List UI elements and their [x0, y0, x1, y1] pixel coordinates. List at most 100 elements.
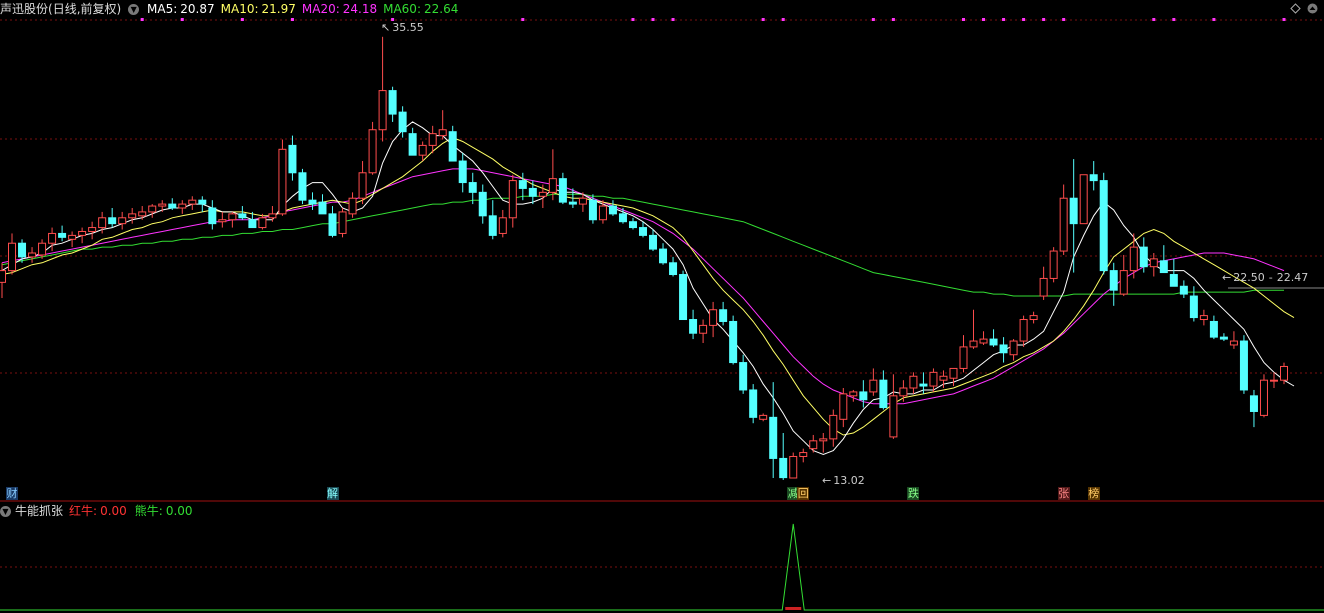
- candle[interactable]: [0, 262, 6, 298]
- candle[interactable]: [769, 382, 778, 478]
- kline-chart[interactable]: [0, 0, 1324, 613]
- candle[interactable]: [548, 149, 557, 201]
- candle[interactable]: [288, 135, 297, 181]
- event-badge[interactable]: 回: [797, 487, 810, 500]
- diamond-icon[interactable]: [1290, 3, 1301, 14]
- indicator-chevron-icon[interactable]: ▼: [0, 506, 11, 517]
- candle[interactable]: [739, 354, 748, 394]
- candle[interactable]: [789, 452, 798, 479]
- candle[interactable]: [298, 168, 307, 205]
- event-badge[interactable]: 榜: [1087, 487, 1100, 500]
- candle[interactable]: [679, 270, 688, 321]
- candle[interactable]: [438, 110, 447, 140]
- candle[interactable]: [859, 380, 868, 408]
- candle[interactable]: [849, 389, 858, 402]
- settings-chevron-icon[interactable]: ▼: [128, 4, 140, 15]
- candle[interactable]: [1169, 258, 1178, 287]
- candle[interactable]: [1280, 362, 1288, 385]
- candle[interactable]: [839, 388, 848, 428]
- candle[interactable]: [178, 200, 187, 214]
- candle[interactable]: [979, 331, 988, 345]
- candle[interactable]: [528, 180, 537, 205]
- candle[interactable]: [1229, 331, 1238, 349]
- candle[interactable]: [1189, 286, 1198, 322]
- candle[interactable]: [669, 256, 678, 277]
- candle[interactable]: [208, 200, 217, 230]
- candle[interactable]: [328, 206, 337, 238]
- candle[interactable]: [969, 309, 978, 349]
- candle[interactable]: [899, 380, 908, 402]
- candle[interactable]: [1219, 333, 1228, 342]
- candle[interactable]: [1139, 237, 1148, 273]
- candle[interactable]: [829, 409, 838, 447]
- candle[interactable]: [1049, 247, 1058, 283]
- candle[interactable]: [819, 433, 828, 453]
- candle[interactable]: [458, 153, 467, 193]
- candle[interactable]: [1099, 172, 1108, 275]
- candle[interactable]: [759, 413, 768, 422]
- candle[interactable]: [358, 161, 367, 205]
- event-badge[interactable]: 财: [6, 487, 19, 500]
- candle[interactable]: [709, 301, 718, 338]
- candle[interactable]: [729, 315, 738, 365]
- candle[interactable]: [1249, 389, 1258, 428]
- candle[interactable]: [909, 372, 918, 394]
- candle[interactable]: [1039, 266, 1048, 300]
- candle[interactable]: [88, 221, 97, 240]
- candle[interactable]: [388, 86, 397, 122]
- chevron-up-icon[interactable]: [1307, 3, 1318, 14]
- candle[interactable]: [368, 121, 377, 175]
- candle[interactable]: [478, 184, 487, 224]
- candle[interactable]: [608, 200, 617, 216]
- candle[interactable]: [1109, 262, 1118, 306]
- candle[interactable]: [989, 329, 998, 347]
- candle[interactable]: [28, 247, 37, 263]
- candle[interactable]: [689, 309, 698, 340]
- candle[interactable]: [719, 301, 728, 326]
- candle[interactable]: [498, 209, 507, 238]
- candle[interactable]: [108, 208, 117, 228]
- candle[interactable]: [749, 384, 758, 424]
- candle[interactable]: [879, 370, 888, 410]
- candle[interactable]: [618, 208, 627, 224]
- candle[interactable]: [118, 211, 127, 230]
- candle[interactable]: [338, 208, 347, 238]
- candle[interactable]: [1019, 315, 1028, 347]
- candle[interactable]: [1239, 335, 1248, 394]
- candle[interactable]: [8, 233, 17, 275]
- candle[interactable]: [508, 174, 517, 228]
- candle[interactable]: [1159, 245, 1168, 274]
- candle[interactable]: [1009, 339, 1018, 361]
- candle[interactable]: [148, 204, 157, 218]
- candle[interactable]: [138, 206, 147, 220]
- candle[interactable]: [308, 192, 317, 210]
- candle[interactable]: [1259, 374, 1268, 418]
- candle[interactable]: [699, 319, 708, 343]
- candle[interactable]: [68, 231, 77, 248]
- candle[interactable]: [809, 434, 818, 453]
- candle[interactable]: [278, 139, 287, 216]
- candle[interactable]: [348, 192, 357, 218]
- candle[interactable]: [488, 200, 497, 240]
- candle[interactable]: [1119, 254, 1128, 297]
- candle[interactable]: [1209, 315, 1218, 340]
- candle[interactable]: [318, 194, 327, 215]
- candle[interactable]: [158, 200, 167, 212]
- candle[interactable]: [468, 172, 477, 205]
- event-badge[interactable]: 张: [1057, 487, 1070, 500]
- candle[interactable]: [78, 227, 87, 244]
- candle[interactable]: [1149, 253, 1158, 277]
- candle[interactable]: [378, 36, 387, 142]
- candle[interactable]: [1179, 280, 1188, 298]
- candle[interactable]: [1089, 161, 1098, 191]
- candle[interactable]: [959, 335, 968, 373]
- candle[interactable]: [218, 211, 227, 228]
- candle[interactable]: [58, 225, 67, 242]
- candle[interactable]: [889, 374, 898, 439]
- candle[interactable]: [228, 211, 237, 228]
- candle[interactable]: [628, 217, 637, 230]
- event-badge[interactable]: 解: [326, 487, 339, 500]
- candle[interactable]: [448, 125, 457, 162]
- candle[interactable]: [188, 196, 197, 210]
- candle[interactable]: [538, 184, 547, 208]
